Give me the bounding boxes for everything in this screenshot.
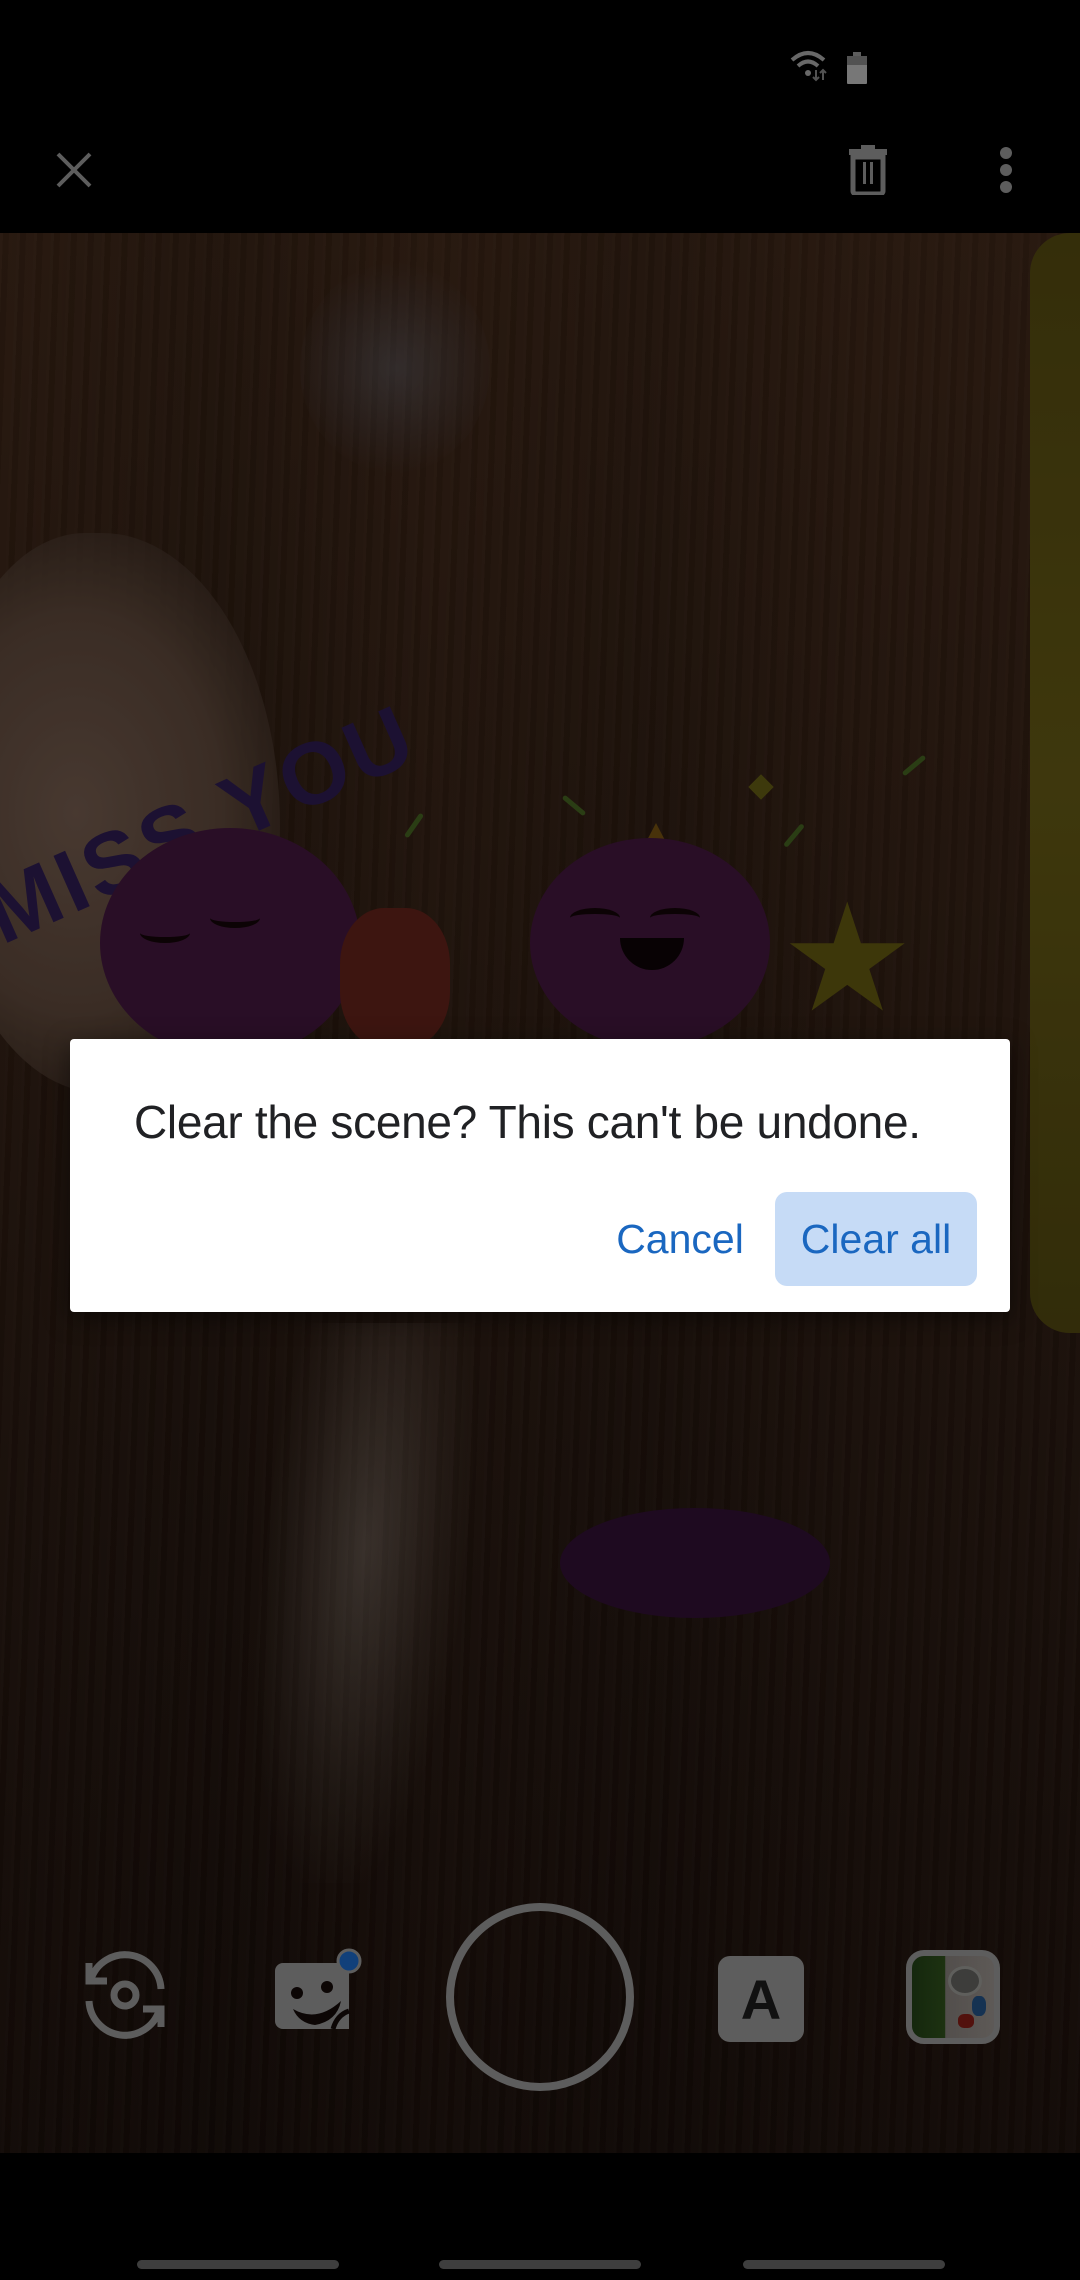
yellow-object [1030, 233, 1080, 1333]
flip-camera-button[interactable] [70, 1940, 180, 2050]
thumbnail-cup [948, 1966, 982, 1996]
thumbnail-figure [958, 2014, 974, 2028]
faded-octopus-sticker[interactable] [560, 1508, 830, 1618]
close-button[interactable] [34, 130, 114, 210]
camera-controls: A [0, 1890, 1080, 2100]
thumbnail-figure [972, 1996, 986, 2016]
nav-pill-center[interactable] [439, 2260, 641, 2269]
text-tool-button[interactable]: A [718, 1956, 804, 2042]
battery-icon [847, 52, 867, 84]
sad-octopus-sticker[interactable] [100, 828, 360, 1058]
nav-pill-left[interactable] [137, 2260, 339, 2269]
toy-object [340, 908, 450, 1048]
sticker-eye [650, 908, 700, 928]
trash-icon [849, 145, 887, 195]
more-options-button[interactable] [966, 130, 1046, 210]
top-toolbar [0, 120, 1080, 233]
sticker-mouth [620, 938, 684, 970]
delete-button[interactable] [828, 130, 908, 210]
laughing-star-sticker[interactable]: ★ [780, 883, 914, 1033]
navigation-bar [0, 2153, 1080, 2280]
party-octopus-sticker[interactable] [530, 838, 770, 1048]
sticker-icon [275, 1948, 362, 2030]
sticker-eye [140, 923, 190, 943]
dialog-message: Clear the scene? This can't be undone. [134, 1096, 921, 1148]
shutter-button[interactable] [446, 1903, 634, 2091]
stickers-button[interactable] [262, 1940, 372, 2050]
sticker-eye [570, 908, 620, 928]
clear-scene-dialog: Clear the scene? This can't be undone. C… [70, 1039, 1010, 1312]
more-vert-icon [1000, 147, 1012, 193]
wifi-icon [790, 51, 827, 82]
gallery-thumbnail-button[interactable] [906, 1950, 1000, 2044]
clear-all-button[interactable]: Clear all [775, 1192, 977, 1286]
cancel-button[interactable]: Cancel [580, 1192, 780, 1286]
close-icon [56, 152, 92, 188]
status-bar [0, 0, 1080, 120]
flip-camera-icon [85, 1951, 165, 2039]
floor-reflection [300, 263, 490, 473]
sticker-eye [210, 908, 260, 928]
nav-pill-right[interactable] [743, 2260, 945, 2269]
